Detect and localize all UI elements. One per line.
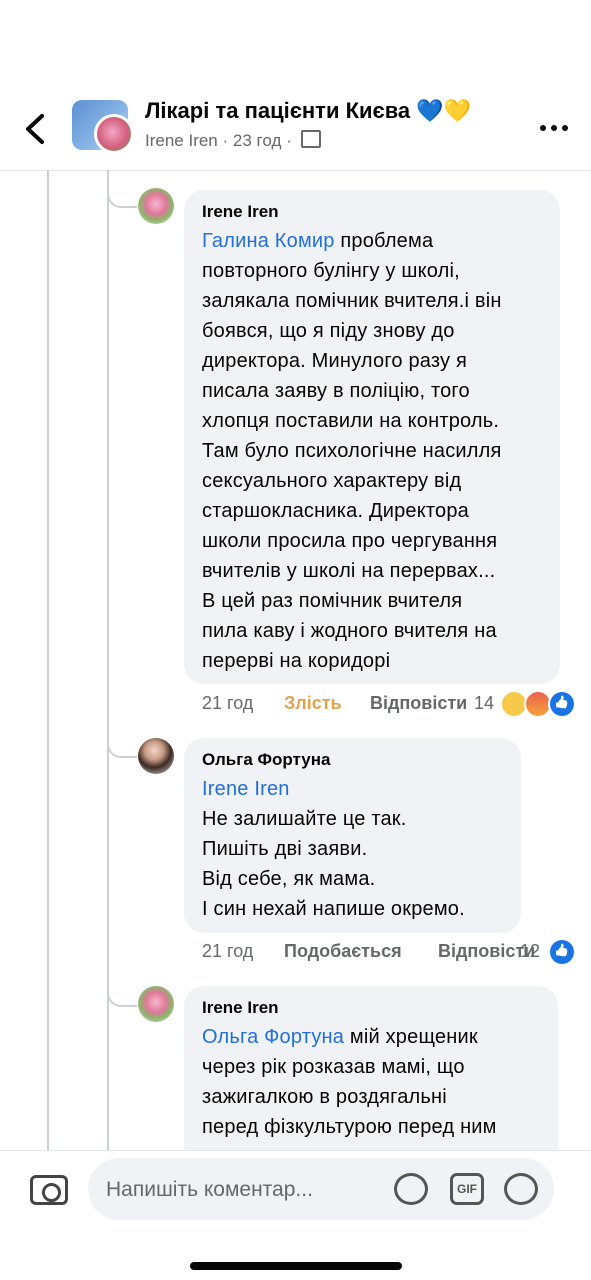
mention-link[interactable]: Ольга Фортуна <box>202 1026 344 1048</box>
reply-button[interactable]: Відповісти <box>370 693 467 714</box>
home-indicator <box>190 1262 402 1270</box>
comment-bubble[interactable]: Irene Iren Галина Комир проблема повторно… <box>184 190 560 684</box>
post-header: Лікарі та пацієнти Києва 💙💛 Irene Iren ·… <box>0 0 591 171</box>
avatar[interactable] <box>138 188 174 224</box>
thread-connector <box>107 965 137 1007</box>
thread-connector <box>107 716 137 758</box>
author-avatar[interactable] <box>94 114 134 154</box>
members-icon <box>300 130 321 148</box>
like-reaction-icon <box>548 938 576 966</box>
post-time[interactable]: 23 год <box>233 131 281 150</box>
avatar[interactable] <box>138 986 174 1022</box>
comment-text: Галина Комир проблема повторного булінгу … <box>202 230 502 672</box>
mention-link[interactable]: Галина Комир <box>202 230 335 252</box>
comment-actions: 21 год Злість Відповісти <box>202 693 502 717</box>
comment-text: Irene Iren Не залишайте це так. Пишіть дві… <box>202 778 465 920</box>
thread-line <box>47 170 49 1150</box>
more-icon[interactable] <box>540 122 570 134</box>
like-reaction-icon <box>548 690 576 718</box>
emoji-icon[interactable] <box>504 1173 538 1205</box>
back-arrow-icon[interactable] <box>20 112 50 146</box>
thread-connector <box>107 170 137 208</box>
separator-dot: · <box>222 131 229 150</box>
camera-icon[interactable] <box>30 1175 68 1205</box>
comment-input-placeholder[interactable]: Напишіть коментар... <box>106 1178 313 1202</box>
divider <box>0 1150 591 1151</box>
group-title[interactable]: Лікарі та пацієнти Києва 💙💛 <box>145 98 471 124</box>
post-author[interactable]: Irene Iren <box>145 131 218 150</box>
reactions-summary[interactable] <box>548 938 576 966</box>
comment-author[interactable]: Irene Iren <box>202 998 542 1018</box>
comment-time[interactable]: 21 год <box>202 693 253 714</box>
thread-line <box>107 170 109 1150</box>
reaction-count[interactable]: 14 <box>474 693 494 714</box>
reaction-button[interactable]: Злість <box>284 693 342 714</box>
reaction-count[interactable]: 12 <box>520 941 540 962</box>
group-avatar[interactable] <box>72 100 134 154</box>
post-subtitle: Irene Iren · 23 год · <box>145 130 321 151</box>
comment-time[interactable]: 21 год <box>202 941 253 962</box>
comment-actions: 21 год Подобається Відповісти <box>202 941 542 965</box>
avatar[interactable] <box>138 738 174 774</box>
gif-icon[interactable]: GIF <box>450 1173 484 1205</box>
comment-author[interactable]: Irene Iren <box>202 202 544 222</box>
comment-text: Ольга Фортуна мій хрещеник через рік розк… <box>202 1026 497 1138</box>
comment-author[interactable]: Ольга Фортуна <box>202 750 505 770</box>
reactions-summary[interactable] <box>500 690 576 718</box>
mention-link[interactable]: Irene Iren <box>202 778 290 800</box>
avatar-sticker-icon[interactable] <box>394 1173 428 1205</box>
separator-dot: · <box>286 131 292 150</box>
comment-input[interactable]: Напишіть коментар... <box>88 1158 554 1220</box>
like-button[interactable]: Подобається <box>284 941 402 962</box>
comment-bubble[interactable]: Ольга Фортуна Irene Iren Не залишайте це … <box>184 738 521 933</box>
